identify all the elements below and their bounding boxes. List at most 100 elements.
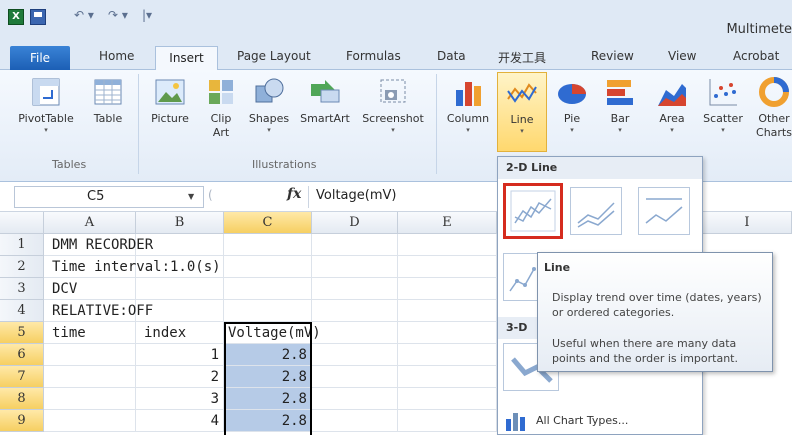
stacked-line-chart-icon [577,202,615,228]
row-header[interactable]: 3 [0,278,44,300]
tab-review[interactable]: Review [591,49,634,63]
screenshot-button[interactable]: Screenshot ▾ [358,76,428,134]
tab-view[interactable]: View [668,49,696,63]
customize-quick-access-icon[interactable]: |▾ [142,8,152,22]
cell-e8[interactable] [398,388,497,410]
cell-d7[interactable] [312,366,398,388]
cell-e4[interactable] [398,300,497,322]
column-header-d[interactable]: D [312,212,398,234]
insert-function-icon[interactable]: fx [287,186,301,202]
area-chart-button[interactable]: Area ▾ [650,76,694,134]
cell-e5[interactable] [398,322,497,344]
tab-data[interactable]: Data [437,49,466,63]
tab-developer[interactable]: 开发工具 [498,49,546,66]
column-header-a[interactable]: A [44,212,136,234]
formula-bar-splitter-icon[interactable]: ( [208,188,213,202]
cell-e7[interactable] [398,366,497,388]
cell-a3[interactable]: DCV [44,278,136,300]
line-chart-button[interactable]: Line ▾ [497,72,547,152]
cell-a2[interactable]: Time interval:1.0(s) [44,256,221,278]
name-box[interactable]: C5 [14,186,204,208]
percent-stacked-line-chart-option[interactable] [638,187,690,235]
column-header-e[interactable]: E [398,212,497,234]
chevron-down-icon[interactable]: ▼ [188,192,194,201]
line-with-markers-icon [509,267,536,292]
cell-a1[interactable]: DMM RECORDER [44,234,153,256]
scatter-chart-button[interactable]: Scatter ▾ [700,76,746,134]
group-label-illustrations: Illustrations [252,158,317,171]
cell-e2[interactable] [398,256,497,278]
cell-e1[interactable] [398,234,497,256]
cell-a9[interactable] [44,410,136,432]
cell-c3[interactable] [224,278,312,300]
row-header[interactable]: 5 [0,322,44,344]
cell-a4[interactable]: RELATIVE:OFF [44,300,153,322]
cell-b5[interactable]: index [136,322,224,344]
screenshot-icon [377,76,409,108]
cell-b3[interactable] [136,278,224,300]
cell-b6[interactable]: 1 [136,344,224,366]
line-chart-option[interactable] [503,183,563,239]
cell-b4[interactable] [136,300,224,322]
bar-chart-button[interactable]: Bar ▾ [598,76,642,134]
cell-e3[interactable] [398,278,497,300]
redo-icon[interactable]: ↷ ▾ [108,8,128,22]
cell-d9[interactable] [312,410,398,432]
line-with-markers-chart-option[interactable] [503,253,539,301]
group-label-tables: Tables [52,158,87,171]
cell-a8[interactable] [44,388,136,410]
cell-d2[interactable] [312,256,398,278]
shapes-icon [253,76,285,108]
tab-page-layout[interactable]: Page Layout [237,49,311,63]
shapes-button[interactable]: Shapes ▾ [246,76,292,134]
row-header[interactable]: 1 [0,234,44,256]
cell-c4[interactable] [224,300,312,322]
cell-d4[interactable] [312,300,398,322]
cell-a7[interactable] [44,366,136,388]
row-header[interactable]: 7 [0,366,44,388]
row-header[interactable]: 9 [0,410,44,432]
cell-e9[interactable] [398,410,497,432]
cell-a6[interactable] [44,344,136,366]
tab-file[interactable]: File [10,46,70,70]
cell-b1[interactable] [136,234,224,256]
undo-icon[interactable]: ↶ ▾ [74,8,94,22]
cell-d3[interactable] [312,278,398,300]
column-header-b[interactable]: B [136,212,224,234]
cell-d5[interactable] [312,322,398,344]
table-button[interactable]: Table [86,76,130,126]
column-header-c[interactable]: C [224,212,312,234]
formula-input[interactable]: Voltage(mV) [316,188,396,203]
tab-acrobat[interactable]: Acrobat [733,49,779,63]
cell-c2[interactable] [224,256,312,278]
excel-logo-icon[interactable]: X [8,9,24,25]
pivottable-button[interactable]: PivotTable ▾ [14,76,78,134]
picture-button[interactable]: Picture [144,76,196,126]
cell-d6[interactable] [312,344,398,366]
cell-b2[interactable] [136,256,224,278]
column-chart-button[interactable]: Column ▾ [442,76,494,134]
cell-d8[interactable] [312,388,398,410]
tab-formulas[interactable]: Formulas [346,49,401,63]
row-header[interactable]: 6 [0,344,44,366]
clip-art-button[interactable]: Clip Art [202,76,240,140]
save-icon[interactable] [30,9,46,25]
cell-b9[interactable]: 4 [136,410,224,432]
cell-b8[interactable]: 3 [136,388,224,410]
cell-b7[interactable]: 2 [136,366,224,388]
stacked-line-chart-option[interactable] [570,187,622,235]
tab-insert[interactable]: Insert [155,46,218,71]
row-header[interactable]: 4 [0,300,44,322]
other-charts-button[interactable]: Other Charts [752,76,792,140]
cell-a5[interactable]: time [44,322,136,344]
pie-chart-button[interactable]: Pie ▾ [552,76,592,134]
smartart-button[interactable]: SmartArt [298,76,352,126]
tab-home[interactable]: Home [99,49,134,63]
row-header[interactable]: 8 [0,388,44,410]
select-all-corner[interactable] [0,212,44,234]
row-header[interactable]: 2 [0,256,44,278]
cell-e6[interactable] [398,344,497,366]
cell-d1[interactable] [312,234,398,256]
cell-c1[interactable] [224,234,312,256]
column-header-i[interactable]: I [703,212,792,234]
